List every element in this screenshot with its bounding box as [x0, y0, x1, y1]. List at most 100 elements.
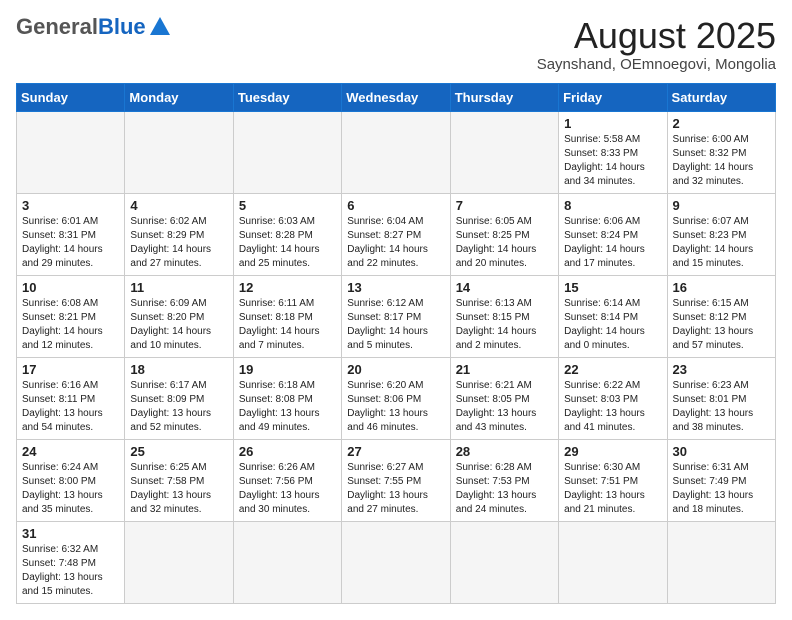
day-number: 17: [22, 362, 119, 377]
calendar-cell: [342, 521, 450, 603]
day-number: 4: [130, 198, 227, 213]
day-number: 13: [347, 280, 444, 295]
day-number: 26: [239, 444, 336, 459]
day-number: 15: [564, 280, 661, 295]
calendar-cell: 13 Sunrise: 6:12 AM Sunset: 8:17 PM Dayli…: [342, 275, 450, 357]
day-info: Sunrise: 6:22 AM Sunset: 8:03 PM Dayligh…: [564, 379, 661, 435]
day-info: Sunrise: 6:01 AM Sunset: 8:31 PM Dayligh…: [22, 215, 119, 271]
day-number: 22: [564, 362, 661, 377]
day-number: 14: [456, 280, 553, 295]
calendar-cell: [667, 521, 775, 603]
calendar-week-row: 1 Sunrise: 5:58 AM Sunset: 8:33 PM Daylig…: [17, 111, 776, 193]
day-info: Sunrise: 6:27 AM Sunset: 7:55 PM Dayligh…: [347, 461, 444, 517]
day-number: 10: [22, 280, 119, 295]
calendar-cell: 25Sunrise: 6:25 AM Sunset: 7:58 PM Dayli…: [125, 439, 233, 521]
day-number: 2: [673, 116, 770, 131]
day-info: Sunrise: 5:58 AM Sunset: 8:33 PM Dayligh…: [564, 133, 661, 189]
day-number: 31: [22, 526, 119, 541]
weekday-header-row: SundayMondayTuesdayWednesdayThursdayFrid…: [17, 83, 776, 111]
day-info: Sunrise: 6:25 AM Sunset: 7:58 PM Dayligh…: [130, 461, 227, 517]
calendar-cell: [450, 111, 558, 193]
day-info: Sunrise: 6:26 AM Sunset: 7:56 PM Dayligh…: [239, 461, 336, 517]
weekday-header-sunday: Sunday: [17, 83, 125, 111]
calendar-cell: [233, 521, 341, 603]
day-info: Sunrise: 6:28 AM Sunset: 7:53 PM Dayligh…: [456, 461, 553, 517]
calendar-title: August 2025: [537, 16, 776, 56]
calendar-cell: 14 Sunrise: 6:13 AM Sunset: 8:15 PM Dayli…: [450, 275, 558, 357]
day-info: Sunrise: 6:14 AM Sunset: 8:14 PM Dayligh…: [564, 297, 661, 353]
calendar-cell: 31 Sunrise: 6:32 AM Sunset: 7:48 PM Dayli…: [17, 521, 125, 603]
calendar-week-row: 17Sunrise: 6:16 AM Sunset: 8:11 PM Dayli…: [17, 357, 776, 439]
calendar-cell: 21 Sunrise: 6:21 AM Sunset: 8:05 PM Dayli…: [450, 357, 558, 439]
calendar-table: SundayMondayTuesdayWednesdayThursdayFrid…: [16, 83, 776, 604]
weekday-header-wednesday: Wednesday: [342, 83, 450, 111]
day-info: Sunrise: 6:07 AM Sunset: 8:23 PM Dayligh…: [673, 215, 770, 271]
calendar-cell: 20 Sunrise: 6:20 AM Sunset: 8:06 PM Dayli…: [342, 357, 450, 439]
day-info: Sunrise: 6:11 AM Sunset: 8:18 PM Dayligh…: [239, 297, 336, 353]
day-number: 20: [347, 362, 444, 377]
calendar-cell: 11Sunrise: 6:09 AM Sunset: 8:20 PM Dayli…: [125, 275, 233, 357]
calendar-cell: [559, 521, 667, 603]
calendar-cell: 26 Sunrise: 6:26 AM Sunset: 7:56 PM Dayli…: [233, 439, 341, 521]
calendar-cell: 22 Sunrise: 6:22 AM Sunset: 8:03 PM Dayli…: [559, 357, 667, 439]
calendar-cell: 18 Sunrise: 6:17 AM Sunset: 8:09 PM Dayli…: [125, 357, 233, 439]
day-number: 21: [456, 362, 553, 377]
day-info: Sunrise: 6:30 AM Sunset: 7:51 PM Dayligh…: [564, 461, 661, 517]
day-number: 18: [130, 362, 227, 377]
calendar-cell: 16Sunrise: 6:15 AM Sunset: 8:12 PM Dayli…: [667, 275, 775, 357]
day-number: 7: [456, 198, 553, 213]
calendar-cell: 7 Sunrise: 6:05 AM Sunset: 8:25 PM Daylig…: [450, 193, 558, 275]
calendar-cell: 23Sunrise: 6:23 AM Sunset: 8:01 PM Dayli…: [667, 357, 775, 439]
day-number: 29: [564, 444, 661, 459]
calendar-cell: 15 Sunrise: 6:14 AM Sunset: 8:14 PM Dayli…: [559, 275, 667, 357]
day-info: Sunrise: 6:08 AM Sunset: 8:21 PM Dayligh…: [22, 297, 119, 353]
calendar-week-row: 24Sunrise: 6:24 AM Sunset: 8:00 PM Dayli…: [17, 439, 776, 521]
day-number: 19: [239, 362, 336, 377]
calendar-cell: 6Sunrise: 6:04 AM Sunset: 8:27 PM Daylig…: [342, 193, 450, 275]
day-info: Sunrise: 6:03 AM Sunset: 8:28 PM Dayligh…: [239, 215, 336, 271]
title-block: August 2025 Saynshand, OEmnoegovi, Mongo…: [537, 16, 776, 73]
day-info: Sunrise: 6:12 AM Sunset: 8:17 PM Dayligh…: [347, 297, 444, 353]
day-info: Sunrise: 6:31 AM Sunset: 7:49 PM Dayligh…: [673, 461, 770, 517]
calendar-week-row: 31 Sunrise: 6:32 AM Sunset: 7:48 PM Dayli…: [17, 521, 776, 603]
calendar-cell: 27 Sunrise: 6:27 AM Sunset: 7:55 PM Dayli…: [342, 439, 450, 521]
day-number: 9: [673, 198, 770, 213]
day-number: 23: [673, 362, 770, 377]
day-number: 30: [673, 444, 770, 459]
day-info: Sunrise: 6:17 AM Sunset: 8:09 PM Dayligh…: [130, 379, 227, 435]
calendar-cell: 12Sunrise: 6:11 AM Sunset: 8:18 PM Dayli…: [233, 275, 341, 357]
logo-general-text: General: [16, 16, 98, 38]
calendar-cell: 10 Sunrise: 6:08 AM Sunset: 8:21 PM Dayli…: [17, 275, 125, 357]
day-info: Sunrise: 6:05 AM Sunset: 8:25 PM Dayligh…: [456, 215, 553, 271]
calendar-cell: 9 Sunrise: 6:07 AM Sunset: 8:23 PM Daylig…: [667, 193, 775, 275]
logo-blue-text: Blue: [98, 16, 146, 38]
calendar-subtitle: Saynshand, OEmnoegovi, Mongolia: [537, 56, 776, 73]
day-info: Sunrise: 6:21 AM Sunset: 8:05 PM Dayligh…: [456, 379, 553, 435]
logo-triangle-icon: [150, 17, 170, 35]
logo: General Blue: [16, 16, 170, 38]
calendar-cell: 28 Sunrise: 6:28 AM Sunset: 7:53 PM Dayli…: [450, 439, 558, 521]
day-info: Sunrise: 6:32 AM Sunset: 7:48 PM Dayligh…: [22, 543, 119, 599]
day-info: Sunrise: 6:20 AM Sunset: 8:06 PM Dayligh…: [347, 379, 444, 435]
calendar-cell: [125, 111, 233, 193]
calendar-week-row: 10 Sunrise: 6:08 AM Sunset: 8:21 PM Dayli…: [17, 275, 776, 357]
calendar-cell: 8Sunrise: 6:06 AM Sunset: 8:24 PM Daylig…: [559, 193, 667, 275]
calendar-cell: 29 Sunrise: 6:30 AM Sunset: 7:51 PM Dayli…: [559, 439, 667, 521]
weekday-header-monday: Monday: [125, 83, 233, 111]
weekday-header-friday: Friday: [559, 83, 667, 111]
page-header: General Blue August 2025 Saynshand, OEmn…: [16, 16, 776, 73]
day-info: Sunrise: 6:04 AM Sunset: 8:27 PM Dayligh…: [347, 215, 444, 271]
day-number: 1: [564, 116, 661, 131]
day-info: Sunrise: 6:06 AM Sunset: 8:24 PM Dayligh…: [564, 215, 661, 271]
weekday-header-saturday: Saturday: [667, 83, 775, 111]
day-number: 24: [22, 444, 119, 459]
day-number: 27: [347, 444, 444, 459]
day-number: 28: [456, 444, 553, 459]
day-number: 11: [130, 280, 227, 295]
day-number: 5: [239, 198, 336, 213]
weekday-header-thursday: Thursday: [450, 83, 558, 111]
day-info: Sunrise: 6:13 AM Sunset: 8:15 PM Dayligh…: [456, 297, 553, 353]
day-number: 3: [22, 198, 119, 213]
calendar-cell: 1 Sunrise: 5:58 AM Sunset: 8:33 PM Daylig…: [559, 111, 667, 193]
calendar-cell: [233, 111, 341, 193]
